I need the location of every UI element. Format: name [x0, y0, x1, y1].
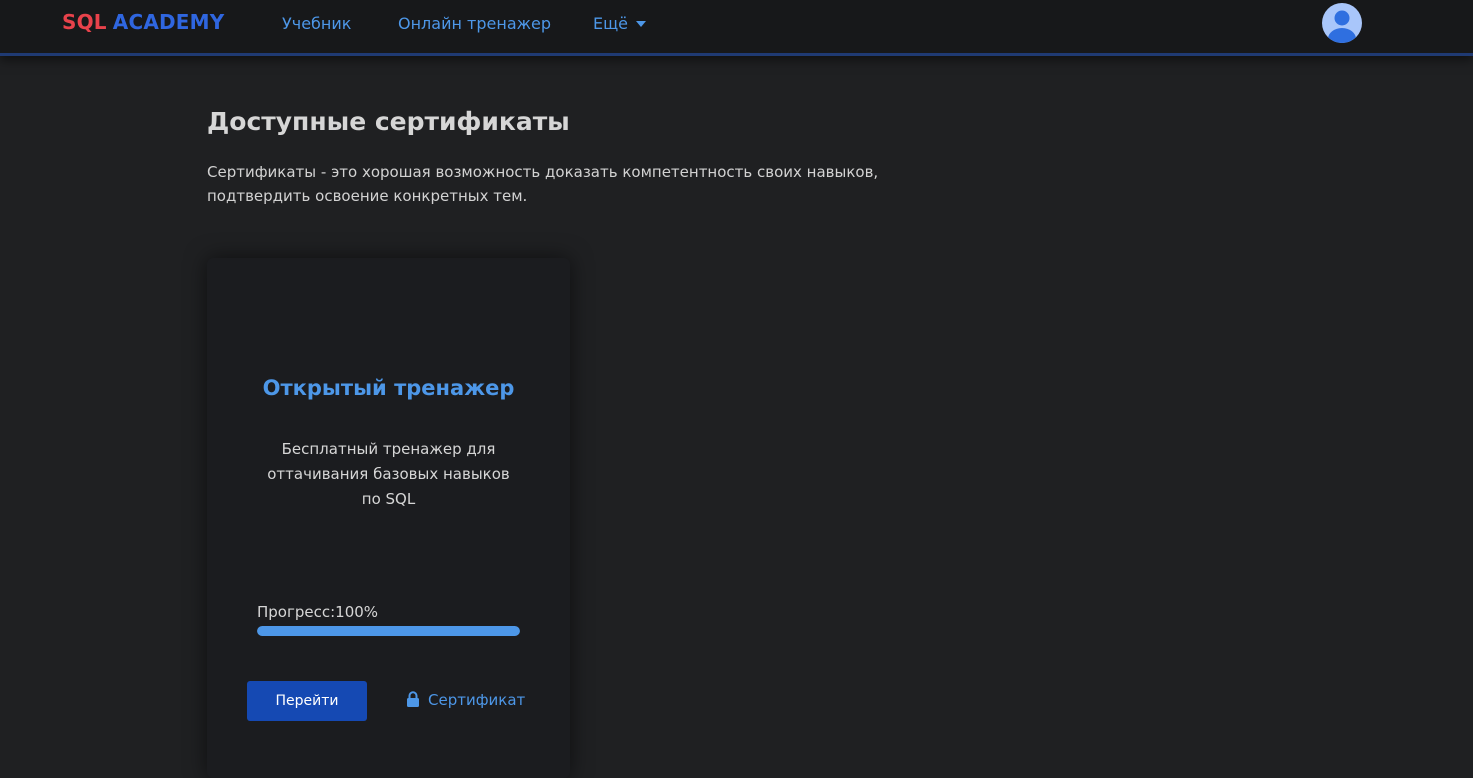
nav-trainer-link[interactable]: Онлайн тренажер — [398, 14, 551, 33]
certificate-card: Открытый тренажер Бесплатный тренажер дл… — [207, 258, 570, 778]
caret-down-icon — [636, 20, 647, 27]
logo-academy-text: ACADEMY — [112, 10, 225, 34]
nav-more-dropdown[interactable]: Ещё — [593, 14, 647, 33]
page-description: Сертификаты - это хорошая возможность до… — [207, 163, 879, 205]
go-button[interactable]: Перейти — [247, 681, 367, 721]
certificate-link-label: Сертификат — [428, 691, 526, 709]
certificate-link[interactable]: Сертификат — [406, 691, 525, 711]
progress-label: Прогресс:100% — [257, 603, 379, 621]
progress-bar-fill — [257, 626, 520, 636]
logo-sql-text: SQL — [62, 10, 107, 34]
page-title: Доступные сертификаты — [207, 107, 570, 136]
top-navbar: SQL ACADEMY Учебник Онлайн тренажер Ещё — [0, 0, 1473, 56]
card-description: Бесплатный тренажер для оттачивания базо… — [267, 440, 510, 508]
nav-tutorial-link[interactable]: Учебник — [282, 14, 351, 33]
nav-more-label: Ещё — [593, 14, 629, 33]
logo[interactable]: SQL ACADEMY — [62, 10, 224, 34]
user-avatar-icon[interactable] — [1322, 3, 1362, 43]
card-title: Открытый тренажер — [262, 376, 515, 400]
progress-bar — [257, 626, 520, 636]
lock-icon — [406, 691, 420, 711]
